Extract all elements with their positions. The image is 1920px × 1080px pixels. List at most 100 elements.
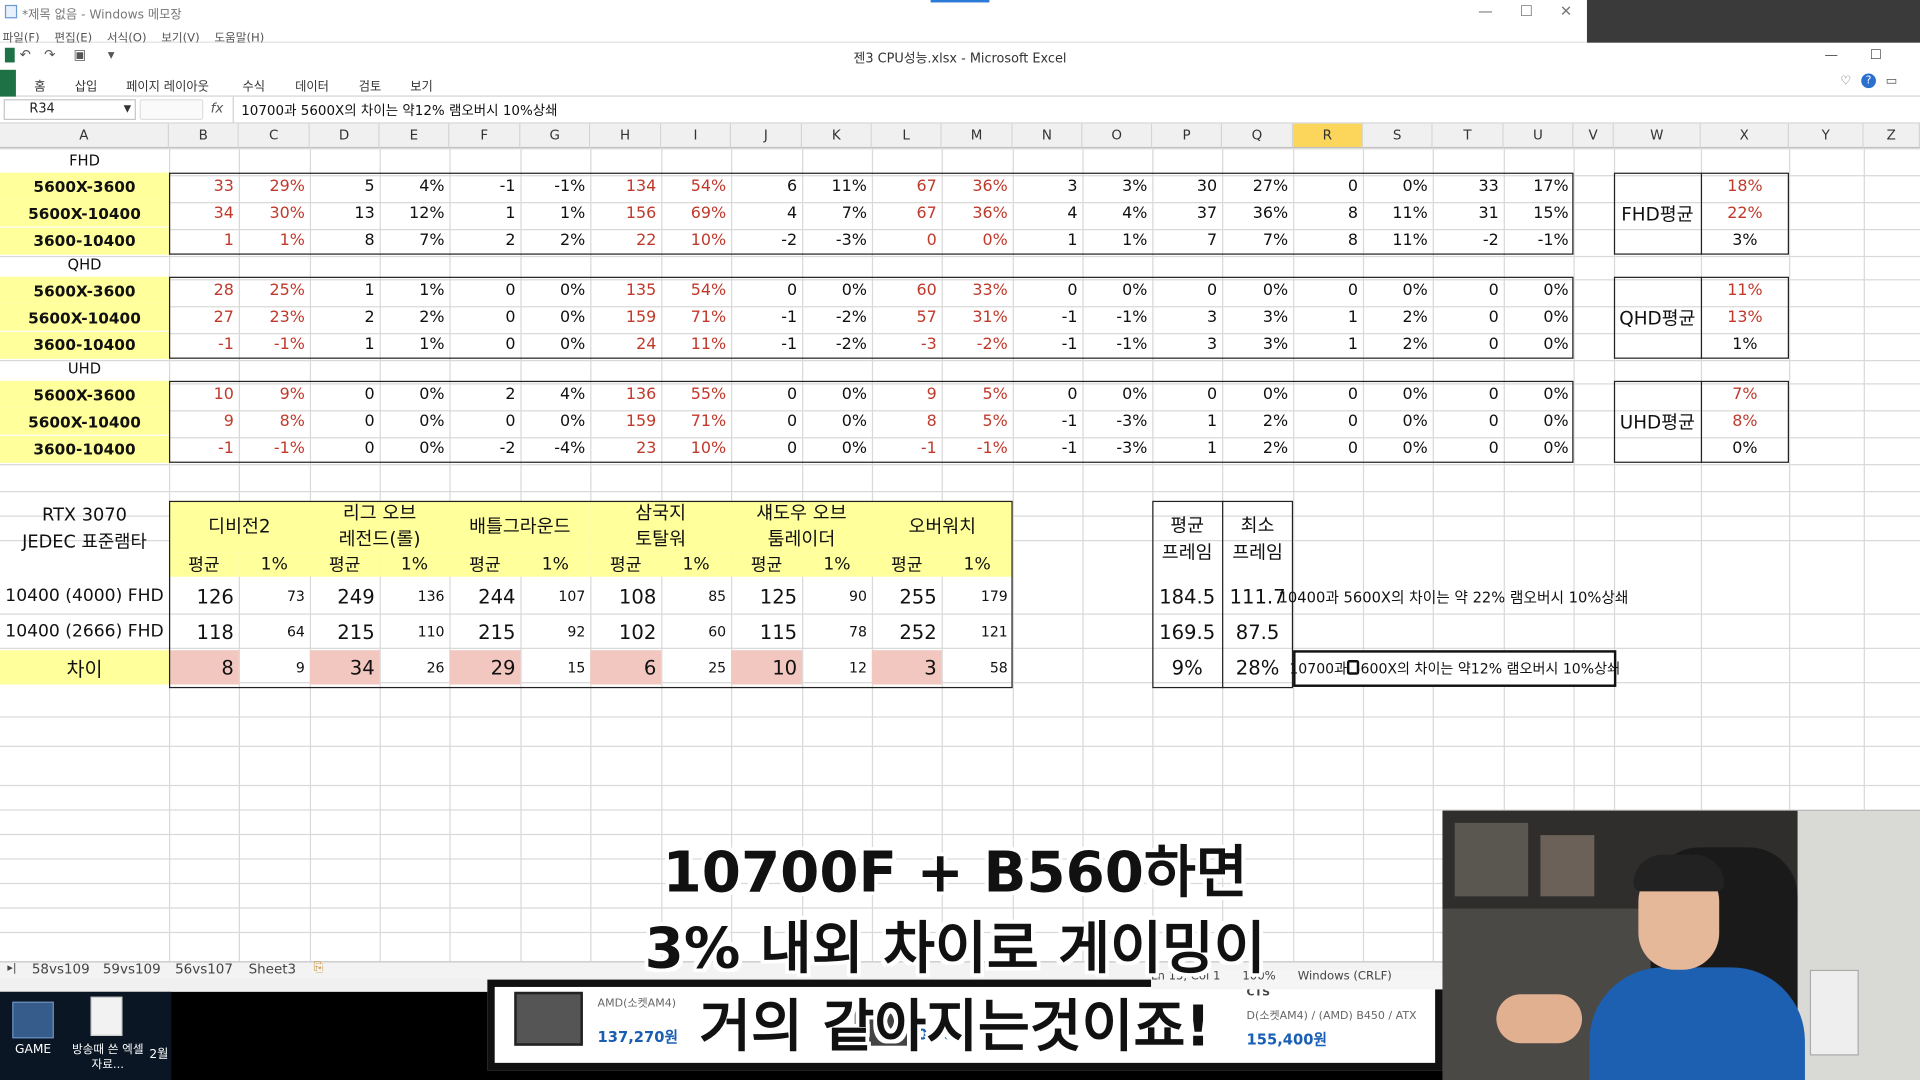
subtitle-line-2: 3% 내외 차이로 게이밍이 [644,914,1266,981]
column-header-n[interactable]: N [1012,123,1083,149]
pc-case-icon [1809,969,1859,1056]
sheet-nav-icon[interactable]: ▸| [7,962,16,974]
tab-home[interactable]: 홈 [34,76,45,94]
section-table-border [168,172,1574,255]
column-header-q[interactable]: Q [1222,123,1294,149]
bench-table-border [168,500,1013,689]
column-header-w[interactable]: W [1613,123,1701,149]
column-header-i[interactable]: I [661,123,732,149]
maximize-icon[interactable]: ☐ [1870,47,1882,63]
game-folder-icon[interactable] [12,1001,54,1039]
column-header-b[interactable]: B [168,123,239,149]
sheet-tab-sheet3[interactable]: Sheet3 [249,961,297,977]
desktop-icons: GAME 방송때 쓴 엑셀 자료... 2월 [0,991,172,1080]
gridline-horizontal [0,784,1920,787]
gridline-horizontal [0,745,1920,747]
column-header-m[interactable]: M [941,123,1013,149]
column-header-y[interactable]: Y [1788,123,1864,149]
header-line: 평균 [1170,514,1205,537]
header-line: 최소 [1240,514,1275,537]
formula-input[interactable]: 10700과 5600X의 차이는 약12% 램오버시 10%상쇄 [241,100,557,120]
name-box[interactable]: R34 [3,99,136,121]
column-header-c[interactable]: C [238,123,310,149]
note-cell-selected[interactable]: 10700과 5600X의 차이는 약12% 램오버시 10%상쇄 [1289,650,1620,687]
column-header-x[interactable]: X [1700,123,1789,149]
function-icon[interactable]: fx [211,100,224,116]
gridline-horizontal [0,360,1920,362]
column-header-v[interactable]: V [1573,123,1614,149]
section-table-border [168,276,1574,359]
gridline-horizontal [0,716,1920,718]
column-header-o[interactable]: O [1082,123,1153,149]
section-title-fhd: FHD [69,151,100,169]
minimize-icon[interactable]: — [1825,47,1838,63]
bench-row-label: 10400 (2666) FHD [5,622,164,642]
formula-bar: R34 ▼ fx 10700과 5600X의 차이는 약12% 램오버시 10%… [0,96,1920,124]
notepad-active-indicator [930,0,990,3]
help-icon[interactable]: ? [1861,73,1876,89]
section-average-label: FHD평균 [1621,203,1694,226]
tab-review[interactable]: 검토 [359,76,382,94]
row-label: 5600X-10400 [0,304,169,331]
tab-page-layout[interactable]: 페이지 레이아웃 [126,76,209,94]
bench-corner-label: RTX 3070 JEDEC 표준램타 [0,501,169,557]
ribbon-collapse-icon[interactable]: ♡ [1840,75,1851,88]
column-header-a[interactable]: A [0,123,169,149]
formula-divider [232,96,234,124]
row-label: 5600X-3600 [0,276,169,304]
column-header-r[interactable]: R [1293,123,1363,149]
column-header-e[interactable]: E [379,123,450,149]
tab-formulas[interactable]: 수식 [242,76,265,94]
gridline-horizontal [0,255,1920,258]
section-average-label: QHD평균 [1619,307,1696,330]
bench-row-label: 차이 [0,650,169,685]
document-icon[interactable] [90,996,123,1036]
corner-line: RTX 3070 [42,505,127,526]
column-header-s[interactable]: S [1362,123,1433,149]
notepad-window: *제목 없음 - Windows 메모장 파일(F) 편집(E) 서식(O) 보… [0,0,1587,45]
row-label: 3600-10400 [0,227,169,255]
tab-view[interactable]: 보기 [410,76,433,94]
column-header-j[interactable]: J [731,123,803,149]
notepad-icon [4,4,18,19]
column-header-h[interactable]: H [590,123,662,149]
corner-line: JEDEC 표준램타 [22,532,147,553]
tab-insert[interactable]: 삽입 [75,76,98,94]
column-header-z[interactable]: Z [1863,123,1920,149]
minimum-frame-header: 최소프레임 [1222,501,1293,577]
row-label: 5600X-3600 [0,172,169,200]
ribbon-tabs: 홈 삽입 페이지 레이아웃 수식 데이터 검토 보기 ♡ ? ▭ [0,69,1920,97]
tab-data[interactable]: 데이터 [295,76,329,94]
person-torso [1589,967,1805,1080]
subtitle-line-3: 거의 같아지는것이죠! [699,993,1211,1060]
sheet-tab-56vs107[interactable]: 56vs107 [175,961,233,977]
average-divider [1700,172,1703,255]
section-title-uhd: UHD [67,360,102,378]
header-line: 프레임 [1232,541,1283,564]
column-header-f[interactable]: F [449,123,521,149]
column-header-k[interactable]: K [802,123,872,149]
column-header-l[interactable]: L [871,123,942,149]
name-box-dropdown-icon[interactable]: ▼ [124,103,132,114]
close-icon[interactable]: ✕ [1560,2,1572,19]
sheet-tab-59vs109[interactable]: 59vs109 [103,961,161,977]
column-header-d[interactable]: D [309,123,380,149]
column-header-t[interactable]: T [1432,123,1504,149]
average-divider [1700,380,1703,463]
sheet-tab-58vs109[interactable]: 58vs109 [32,961,90,977]
maximize-icon[interactable]: ☐ [1520,2,1533,19]
background-room [1586,0,1920,43]
row-label: 3600-10400 [0,331,169,359]
section-table-border [168,380,1574,463]
header-line: 프레임 [1161,541,1213,564]
minimize-icon[interactable]: — [1478,2,1493,19]
column-header-g[interactable]: G [520,123,591,149]
column-header-p[interactable]: P [1152,123,1223,149]
notepad-window-controls: — ☐ ✕ [1478,2,1572,19]
row-label: 5600X-10400 [0,408,169,436]
file-tab[interactable] [0,69,16,97]
note-cell[interactable]: 10400과 5600X의 차이는 약 22% 램오버시 10%상쇄 [1279,579,1629,613]
window-restore-icon[interactable]: ▭ [1886,75,1898,88]
column-header-u[interactable]: U [1503,123,1574,149]
row-label: 5600X-10400 [0,199,169,227]
